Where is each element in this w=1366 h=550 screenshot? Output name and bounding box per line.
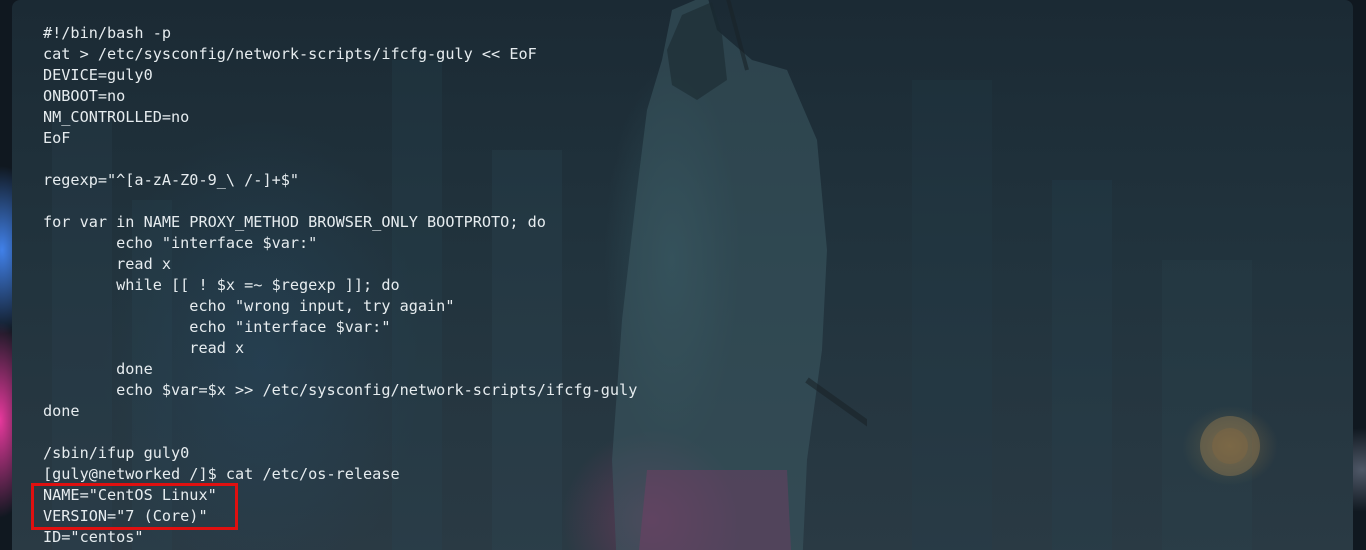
terminal-prompt-line: [guly@networked /]$ cat /etc/os-release (43, 465, 400, 483)
red-highlight-box (31, 483, 238, 530)
terminal-line: EoF (43, 129, 71, 147)
terminal-line: read x (43, 339, 245, 357)
terminal-line: regexp="^[a-zA-Z0-9_\ /-]+$" (43, 171, 300, 189)
terminal-output: #!/bin/bash -p cat > /etc/sysconfig/netwo… (43, 23, 637, 548)
os-release-id-line: ID="centos" (43, 528, 144, 546)
terminal-line: echo "wrong input, try again" (43, 297, 455, 315)
terminal-line: /sbin/ifup guly0 (43, 444, 190, 462)
desktop-wallpaper: #!/bin/bash -p cat > /etc/sysconfig/netwo… (0, 0, 1366, 550)
terminal-line: cat > /etc/sysconfig/network-scripts/ifc… (43, 45, 537, 63)
terminal-line: echo "interface $var:" (43, 234, 318, 252)
terminal-window[interactable]: #!/bin/bash -p cat > /etc/sysconfig/netwo… (12, 0, 1353, 550)
terminal-line: DEVICE=guly0 (43, 66, 153, 84)
terminal-line: while [[ ! $x =~ $regexp ]]; do (43, 276, 400, 294)
terminal-line: for var in NAME PROXY_METHOD BROWSER_ONL… (43, 213, 546, 231)
terminal-line: echo $var=$x >> /etc/sysconfig/network-s… (43, 381, 638, 399)
terminal-line: NM_CONTROLLED=no (43, 108, 190, 126)
terminal-line: ONBOOT=no (43, 87, 126, 105)
terminal-line: echo "interface $var:" (43, 318, 391, 336)
terminal-line: done (43, 360, 153, 378)
terminal-line: #!/bin/bash -p (43, 24, 172, 42)
terminal-line: read x (43, 255, 172, 273)
terminal-line: done (43, 402, 80, 420)
